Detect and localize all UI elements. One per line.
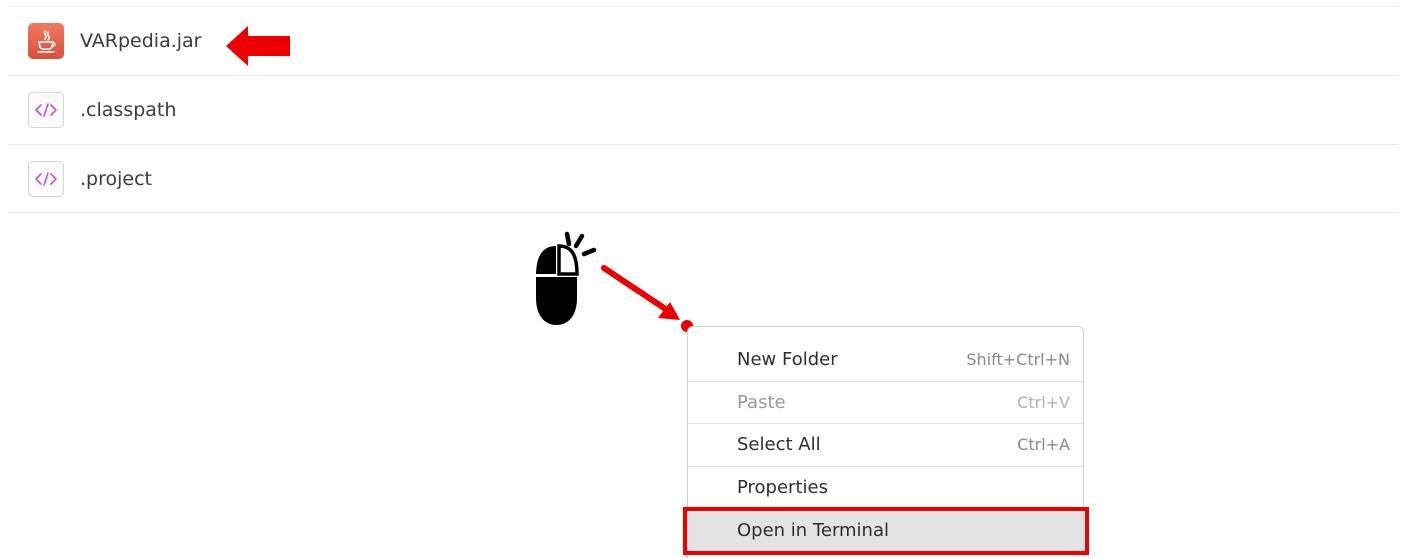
highlight-box — [683, 507, 1089, 555]
menu-item-select-all[interactable]: Select All Ctrl+A — [688, 424, 1083, 466]
file-list: VARpedia.jar .classpath .project — [8, 6, 1399, 213]
menu-item-label: Select All — [737, 434, 821, 455]
menu-item-properties[interactable]: Properties — [688, 467, 1083, 509]
menu-item-shortcut: Shift+Ctrl+N — [966, 350, 1070, 369]
file-name: .classpath — [80, 99, 177, 121]
red-arrow-diagonal-icon — [601, 265, 693, 332]
right-click-mouse-icon — [536, 231, 597, 325]
file-row-classpath[interactable]: .classpath — [8, 75, 1399, 144]
menu-item-shortcut: Ctrl+V — [1017, 393, 1070, 412]
xml-code-icon — [28, 92, 64, 128]
menu-item-label: Properties — [737, 477, 828, 498]
java-jar-icon — [28, 23, 64, 59]
file-name: VARpedia.jar — [80, 30, 202, 52]
file-row-varpedia-jar[interactable]: VARpedia.jar — [8, 6, 1399, 75]
menu-item-paste[interactable]: Paste Ctrl+V — [688, 382, 1083, 424]
menu-item-label: New Folder — [737, 349, 838, 370]
xml-code-icon — [28, 161, 64, 197]
menu-item-label: Paste — [737, 392, 786, 413]
file-name: .project — [80, 168, 152, 190]
file-row-project[interactable]: .project — [8, 144, 1399, 213]
menu-item-new-folder[interactable]: New Folder Shift+Ctrl+N — [688, 339, 1083, 381]
menu-item-shortcut: Ctrl+A — [1017, 435, 1070, 454]
file-manager-view: VARpedia.jar .classpath .project New Fol… — [0, 0, 1407, 558]
red-arrow-left-icon — [226, 26, 290, 66]
